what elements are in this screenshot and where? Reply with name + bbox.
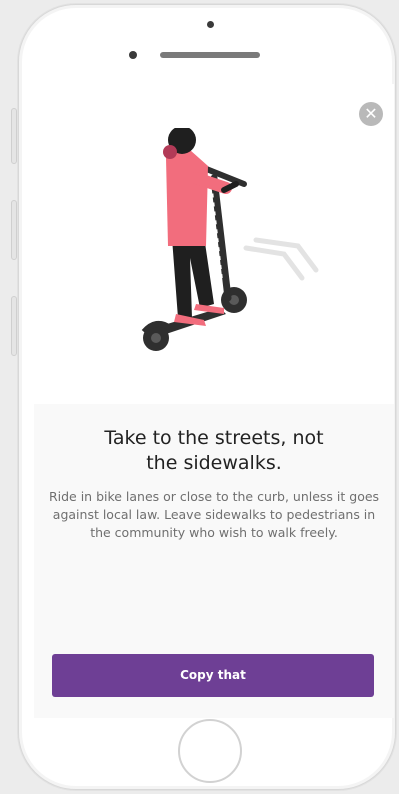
headline-line-2: the sidewalks. <box>146 452 282 474</box>
headline-line-1: Take to the streets, not <box>104 427 324 449</box>
rider-hair-bun <box>163 145 177 159</box>
rider-shirt <box>166 149 208 246</box>
volume-up-button <box>11 200 17 260</box>
mute-switch <box>11 108 17 164</box>
body-line-1: Ride in bike lanes or close to the curb,… <box>48 489 380 504</box>
scooter-rider-illustration <box>134 126 364 368</box>
onboarding-screen: ✕ Take to the streets, not the sidewalks… <box>34 84 394 718</box>
copy-that-button[interactable]: Copy that <box>52 654 374 697</box>
headline: Take to the streets, not the sidewalks. <box>54 426 374 476</box>
body-line-3: the community who wish to walk freely. <box>90 525 338 540</box>
motion-lines <box>243 237 319 281</box>
home-button[interactable] <box>178 719 242 783</box>
front-camera <box>207 21 214 28</box>
close-icon[interactable]: ✕ <box>359 102 383 126</box>
message-card: Take to the streets, not the sidewalks. … <box>34 404 394 718</box>
earpiece-speaker <box>160 52 260 58</box>
scooter-stem <box>210 174 232 302</box>
volume-down-button <box>11 296 17 356</box>
proximity-sensor <box>129 51 137 59</box>
body-text: Ride in bike lanes or close to the curb,… <box>48 488 380 542</box>
body-line-2: against local law. Leave sidewalks to pe… <box>52 507 376 522</box>
